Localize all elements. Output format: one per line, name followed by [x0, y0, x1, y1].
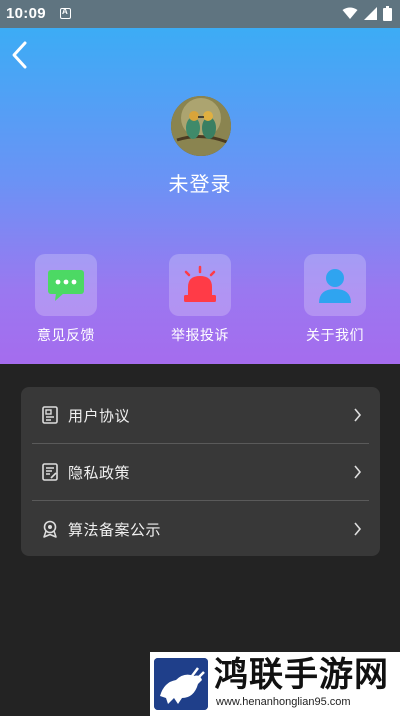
- site-watermark: 鸿联手游网 www.henanhonglian95.com: [150, 652, 400, 716]
- menu-item-user-agreement[interactable]: 用户协议: [21, 387, 380, 443]
- menu-item-label: 算法备案公示: [68, 521, 162, 539]
- report-label: 举报投诉: [171, 328, 229, 344]
- watermark-url: www.henanhonglian95.com: [216, 696, 351, 708]
- wifi-icon: [342, 7, 358, 19]
- feedback-button[interactable]: 意见反馈: [21, 254, 111, 345]
- document-icon: [42, 406, 58, 424]
- birds-avatar-image: [171, 96, 231, 156]
- feedback-icon-box: [35, 254, 97, 316]
- alarm-siren-icon: [184, 265, 216, 302]
- chat-bubble-icon: [48, 270, 84, 301]
- bull-logo-icon: [154, 658, 208, 710]
- status-time: 10:09: [6, 5, 46, 22]
- menu-item-privacy-policy[interactable]: 隐私政策: [21, 444, 380, 500]
- status-icons: [342, 6, 392, 21]
- login-status-text[interactable]: 未登录: [0, 168, 400, 197]
- signal-icon: [364, 7, 377, 20]
- about-us-button[interactable]: 关于我们: [290, 254, 380, 345]
- a-notification-icon: [60, 7, 71, 19]
- battery-icon: [383, 6, 392, 21]
- menu-item-label: 用户协议: [68, 407, 131, 425]
- menu-item-algorithm-filing[interactable]: 算法备案公示: [21, 501, 380, 557]
- menu-item-label: 隐私政策: [68, 464, 131, 482]
- bull-logo-icon: [154, 658, 208, 710]
- report-button[interactable]: 举报投诉: [155, 254, 245, 345]
- chevron-right-icon: [354, 408, 362, 422]
- report-icon-box: [169, 254, 231, 316]
- about-icon-box: [304, 254, 366, 316]
- settings-menu-card: 用户协议 隐私政策 算法备案公示: [21, 387, 380, 556]
- profile-header: 未登录 意见反馈 举报投诉 关于我们: [0, 28, 400, 364]
- person-icon: [319, 269, 351, 303]
- chevron-right-icon: [354, 522, 362, 536]
- avatar[interactable]: [171, 96, 231, 156]
- back-button[interactable]: [6, 38, 36, 72]
- about-us-label: 关于我们: [306, 328, 364, 344]
- status-bar: 10:09: [0, 0, 400, 28]
- chevron-left-icon: [12, 41, 27, 69]
- chevron-right-icon: [354, 465, 362, 479]
- privacy-document-icon: [42, 463, 58, 481]
- watermark-title: 鸿联手游网: [214, 655, 389, 695]
- badge-ribbon-icon: [43, 520, 57, 538]
- feedback-label: 意见反馈: [37, 328, 95, 344]
